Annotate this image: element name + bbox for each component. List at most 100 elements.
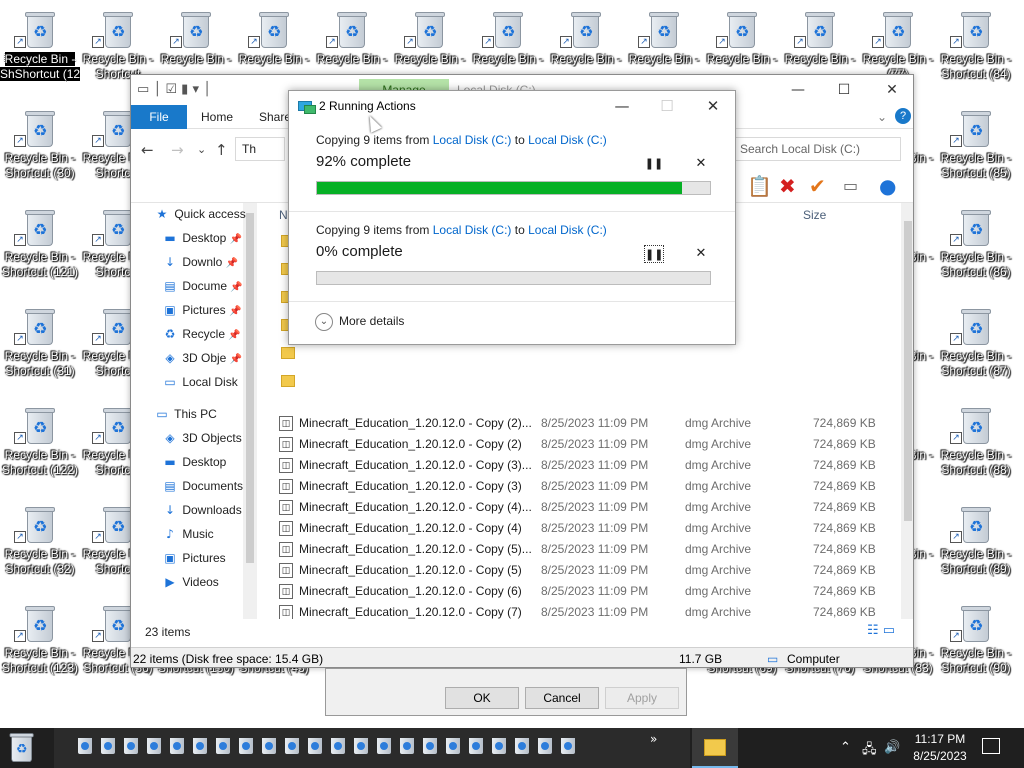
network-icon[interactable]: ● (879, 175, 896, 197)
destination-link[interactable]: Local Disk (C:) (528, 133, 607, 147)
volume-icon[interactable]: 🔊 (884, 740, 900, 755)
up-arrow-icon[interactable]: ↑ (215, 141, 228, 159)
destination-link[interactable]: Local Disk (C:) (528, 223, 607, 237)
view-toggle-icons[interactable]: ☷ ▭ (867, 623, 895, 638)
table-row[interactable]: ◫ Minecraft_Education_1.20.12.0 - Copy (7… (273, 602, 901, 619)
cancel-icon[interactable]: ✕ (691, 245, 711, 263)
recycle-bin-icon[interactable] (101, 738, 115, 754)
close-icon[interactable]: ✕ (693, 95, 733, 117)
desktop-icon-recycle-bin-shortcut[interactable]: ↗ Recycle Bin -Shortcut (30) (0, 101, 80, 193)
help-icon[interactable]: ? (895, 108, 911, 124)
recycle-bin-icon[interactable] (469, 738, 483, 754)
recycle-bin-icon[interactable] (9, 733, 34, 762)
forward-arrow-icon[interactable]: → (171, 141, 184, 159)
apply-button[interactable]: Apply (605, 687, 679, 709)
nav-item[interactable]: ▤ Documents (131, 475, 271, 497)
column-header-size[interactable]: Size (803, 203, 826, 227)
recycle-bin-icon[interactable] (262, 738, 276, 754)
recycle-bin-icon[interactable] (170, 738, 184, 754)
file-list-scrollbar[interactable] (901, 203, 913, 619)
desktop-icon-recycle-bin-shortcut[interactable]: ↗ Recycle Bin -Shortcut (88) (936, 398, 1016, 490)
desktop-icon-recycle-bin-shortcut[interactable]: ↗ Recycle Bin -Shortcut (123) (0, 596, 80, 688)
nav-item[interactable]: ▤ Docume 📌 (131, 275, 271, 297)
table-row[interactable]: ◫ Minecraft_Education_1.20.12.0 - Copy (2… (273, 413, 901, 434)
table-row[interactable]: ◫ Minecraft_Education_1.20.12.0 - Copy (5… (273, 560, 901, 581)
chevron-up-icon[interactable]: ⌃ (840, 740, 851, 755)
desktop-icon-recycle-bin-shortcut[interactable]: ↗ Recycle Bin -Shortcut (121) (0, 200, 80, 292)
toolbar-overflow-icon[interactable]: » (650, 732, 657, 746)
recycle-bin-icon[interactable] (377, 738, 391, 754)
checkmark-icon[interactable]: ✔ (809, 175, 826, 197)
nav-item[interactable]: ★ Quick access (131, 203, 271, 225)
folder-icon[interactable] (281, 375, 295, 387)
nav-item[interactable]: ↓ Downlo 📌 (131, 251, 271, 273)
nav-item[interactable]: ♪ Music (131, 523, 271, 545)
ok-button[interactable]: OK (445, 687, 519, 709)
desktop-icon-recycle-bin-shortcut[interactable]: ↗ Recycle Bin -Shortcut (122) (0, 398, 80, 490)
nav-item[interactable]: ↓ Downloads (131, 499, 271, 521)
system-clock[interactable]: 11:17 PM 8/25/2023 (905, 731, 975, 765)
cancel-button[interactable]: Cancel (525, 687, 599, 709)
desktop-icon-recycle-bin-shortcut[interactable]: ↗ Recycle Bin -Shortcut (32) (0, 497, 80, 589)
recycle-bin-icon[interactable] (354, 738, 368, 754)
minimize-icon[interactable]: — (602, 95, 642, 117)
nav-item[interactable]: ▭ This PC (131, 403, 271, 425)
desktop-icon-recycle-bin-shortcut[interactable]: ↗ Recycle Bin -Shortcut (86) (936, 200, 1016, 292)
recycle-bin-icon[interactable] (538, 738, 552, 754)
recycle-bin-icon[interactable] (308, 738, 322, 754)
recycle-bin-icon[interactable] (216, 738, 230, 754)
recycle-bin-icon[interactable] (400, 738, 414, 754)
recycle-bin-icon[interactable] (423, 738, 437, 754)
back-arrow-icon[interactable]: ← (141, 141, 154, 159)
recycle-bin-icon[interactable] (285, 738, 299, 754)
desktop-icon-recycle-bin-shortcut[interactable]: ↗ Recycle Bin -Shortcut (31) (0, 299, 80, 391)
ribbon-expand-icon[interactable]: ⌄ (877, 105, 887, 129)
nav-item[interactable]: ▶ Videos (131, 571, 271, 593)
cancel-icon[interactable]: ✕ (691, 155, 711, 173)
clipboard-icon[interactable]: 📋 (747, 175, 772, 197)
address-bar[interactable]: Th (235, 137, 285, 161)
table-row[interactable]: ◫ Minecraft_Education_1.20.12.0 - Copy (2… (273, 434, 901, 455)
search-input[interactable]: Search Local Disk (C:) (731, 137, 901, 161)
table-row[interactable]: ◫ Minecraft_Education_1.20.12.0 - Copy (4… (273, 518, 901, 539)
table-row[interactable]: ◫ Minecraft_Education_1.20.12.0 - Copy (6… (273, 581, 901, 602)
nav-item[interactable]: ◈ 3D Objects (131, 427, 271, 449)
recycle-bin-icon[interactable] (147, 738, 161, 754)
tab-home[interactable]: Home (201, 105, 233, 129)
desktop-icon-recycle-bin-shortcut[interactable]: ↗ Recycle Bin -Shortcut (90) (936, 596, 1016, 688)
recycle-bin-icon[interactable] (239, 738, 253, 754)
notification-icon[interactable] (982, 738, 1000, 754)
desktop-icon-recycle-bin-shortcut[interactable]: ↗ Recycle Bin -ShShortcut (120) (0, 2, 80, 94)
recycle-bin-icon[interactable] (331, 738, 345, 754)
nav-item[interactable]: ◈ 3D Obje 📌 (131, 347, 271, 369)
recycle-bin-icon[interactable] (515, 738, 529, 754)
delete-icon[interactable]: ✖ (779, 175, 796, 197)
nav-item[interactable]: ▣ Pictures 📌 (131, 299, 271, 321)
nav-item[interactable]: ▬ Desktop (131, 451, 271, 473)
more-details-button[interactable]: ⌄ More details (315, 313, 404, 331)
close-icon[interactable]: ✕ (869, 77, 913, 103)
recycle-bin-icon[interactable] (492, 738, 506, 754)
table-row[interactable]: ◫ Minecraft_Education_1.20.12.0 - Copy (4… (273, 497, 901, 518)
desktop-icon-recycle-bin-shortcut[interactable]: ↗ Recycle Bin -Shortcut (87) (936, 299, 1016, 391)
tab-file[interactable]: File (131, 105, 187, 129)
pause-icon[interactable]: ❚❚ (644, 245, 664, 263)
desktop-icon-recycle-bin-shortcut[interactable]: ↗ Recycle Bin -Shortcut (85) (936, 101, 1016, 193)
recycle-bin-icon[interactable] (446, 738, 460, 754)
nav-item[interactable]: ▭ Local Disk (131, 371, 271, 393)
quick-access-toolbar[interactable]: ▭ │ ☑ ▮ ▾ │ (137, 82, 211, 97)
minimize-icon[interactable]: — (775, 77, 821, 103)
folder-icon[interactable] (281, 347, 295, 359)
taskbar-file-explorer[interactable] (692, 728, 738, 768)
recycle-bin-icon[interactable] (561, 738, 575, 754)
tab-share[interactable]: Share (259, 105, 291, 129)
source-link[interactable]: Local Disk (C:) (433, 133, 512, 147)
recent-locations-icon[interactable]: ⌄ (197, 143, 206, 156)
rename-icon[interactable]: ▭ (843, 175, 858, 197)
recycle-bin-icon[interactable] (124, 738, 138, 754)
network-status-icon[interactable]: 🖧 (862, 740, 877, 762)
recycle-bin-icon[interactable] (78, 738, 92, 754)
nav-item[interactable]: ♻ Recycle 📌 (131, 323, 271, 345)
desktop-icon-recycle-bin-shortcut[interactable]: ↗ Recycle Bin -Shortcut (84) (936, 2, 1016, 94)
table-row[interactable]: ◫ Minecraft_Education_1.20.12.0 - Copy (3… (273, 455, 901, 476)
